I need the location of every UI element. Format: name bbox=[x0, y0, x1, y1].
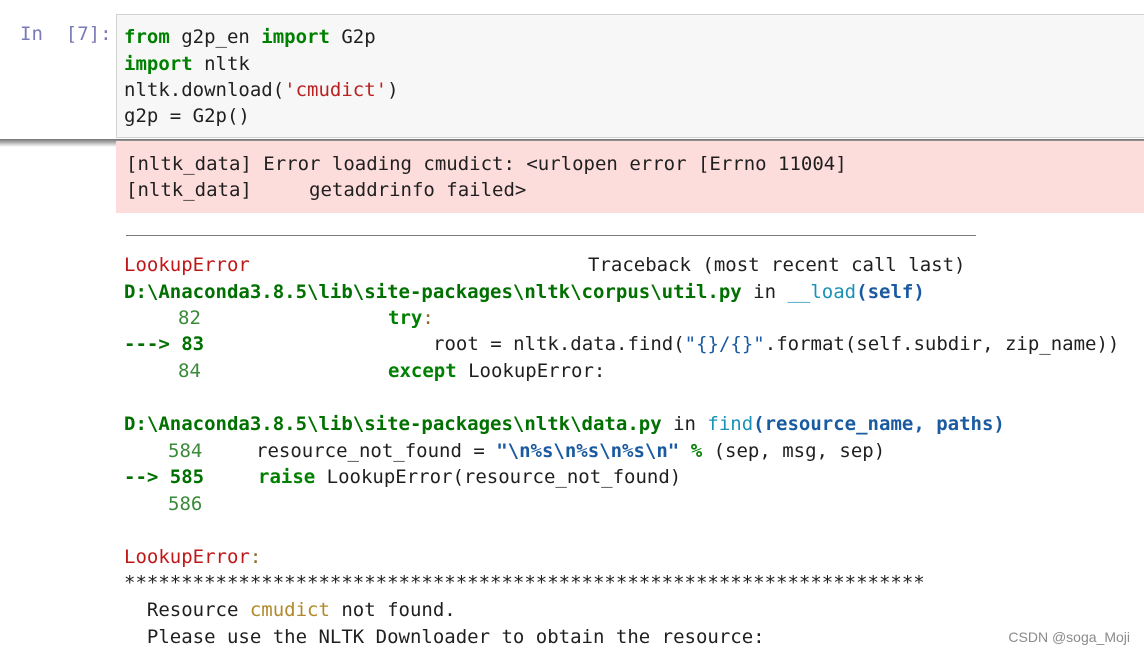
cell-prompt: In [7]: bbox=[20, 23, 112, 45]
in-word: in bbox=[661, 413, 708, 435]
message-text: Resource bbox=[124, 599, 250, 621]
code-text: g2p_en bbox=[169, 26, 262, 48]
file-path: D:\Anaconda3.8.5\lib\site-packages\nltk\… bbox=[124, 413, 662, 435]
code-text: root = nltk.data.find( bbox=[433, 333, 685, 355]
keyword: import bbox=[124, 53, 193, 75]
function-args: (resource_name, paths) bbox=[753, 413, 1005, 435]
line-number: 84 bbox=[178, 360, 201, 382]
frame2-path-line: D:\Anaconda3.8.5\lib\site-packages\nltk\… bbox=[124, 411, 1005, 437]
function-name: __load bbox=[787, 281, 857, 303]
code-text: LookupError: bbox=[456, 360, 606, 382]
message-text: not found. bbox=[329, 599, 456, 621]
code-fragment: raise LookupError(resource_not_found) bbox=[258, 464, 681, 490]
code-text: .format(self.subdir, zip_name)) bbox=[764, 333, 1120, 355]
keyword: except bbox=[388, 360, 457, 382]
line-number: 82 bbox=[178, 307, 201, 329]
frame2-line-585: --> 585 raise LookupError(resource_not_fo… bbox=[124, 464, 681, 490]
code-line-1: from g2p_en import G2p bbox=[124, 24, 376, 50]
code-text: ) bbox=[387, 79, 399, 101]
punctuation: : bbox=[422, 307, 434, 329]
keyword: raise bbox=[258, 466, 316, 488]
code-text: G2p bbox=[329, 26, 376, 48]
stars-line: ****************************************… bbox=[124, 572, 925, 594]
keyword: from bbox=[124, 26, 170, 48]
error-name: LookupError bbox=[124, 546, 250, 568]
keyword: import bbox=[261, 26, 330, 48]
code-line-4: g2p = G2p() bbox=[124, 105, 250, 127]
line-number: 584 bbox=[168, 440, 203, 462]
function-args: (self) bbox=[856, 281, 925, 303]
current-line-arrow: --> 585 bbox=[124, 466, 205, 488]
string-literal: "\n%s\n%s\n%s\n" bbox=[496, 440, 680, 462]
stderr-line-2: [nltk_data] getaddrinfo failed> bbox=[126, 179, 527, 201]
file-path: D:\Anaconda3.8.5\lib\site-packages\nltk\… bbox=[124, 281, 742, 303]
watermark: CSDN @soga_Moji bbox=[1008, 629, 1130, 645]
frame1-path-line: D:\Anaconda3.8.5\lib\site-packages\nltk\… bbox=[124, 279, 925, 305]
error-name: LookupError bbox=[124, 254, 250, 276]
frame1-line-83: ---> 83 root = nltk.data.find("{}/{}".for… bbox=[124, 331, 1119, 357]
current-line-arrow: ---> 83 bbox=[124, 333, 205, 355]
function-name: find bbox=[707, 413, 754, 435]
code-text: (sep, msg, sep) bbox=[713, 440, 886, 462]
final-error-line: LookupError: bbox=[124, 544, 261, 570]
code-text: nltk.download( bbox=[124, 79, 285, 101]
punctuation: : bbox=[249, 546, 262, 568]
code-text: nltk bbox=[192, 53, 250, 75]
code-fragment: except LookupError: bbox=[388, 358, 605, 384]
code-fragment: try: bbox=[388, 305, 434, 331]
in-word: in bbox=[741, 281, 788, 303]
code-text: resource_not_found = bbox=[256, 440, 497, 462]
resource-name: cmudict bbox=[249, 599, 330, 621]
string-literal: "{}/{}" bbox=[684, 333, 765, 355]
message-line-1: Resource cmudict not found. bbox=[124, 597, 456, 623]
traceback-header: LookupError Traceback (most recent call l… bbox=[124, 252, 966, 278]
code-line-3: nltk.download('cmudict') bbox=[124, 77, 399, 103]
code-fragment: root = nltk.data.find("{}/{}".format(sel… bbox=[433, 331, 1119, 357]
line-number: 586 bbox=[168, 493, 203, 515]
keyword: try bbox=[388, 307, 423, 329]
stderr-line-1: [nltk_data] Error loading cmudict: <urlo… bbox=[126, 153, 847, 175]
traceback-label: Traceback (most recent call last) bbox=[588, 254, 966, 276]
string-literal: 'cmudict' bbox=[284, 79, 388, 101]
code-line-2: import nltk bbox=[124, 51, 250, 77]
message-line-2: Please use the NLTK Downloader to obtain… bbox=[124, 626, 765, 648]
operator: % bbox=[679, 440, 714, 462]
code-text: LookupError(resource_not_found) bbox=[315, 466, 682, 488]
traceback-divider bbox=[126, 235, 976, 236]
code-fragment: resource_not_found = "\n%s\n%s\n%s\n" % … bbox=[256, 438, 885, 464]
